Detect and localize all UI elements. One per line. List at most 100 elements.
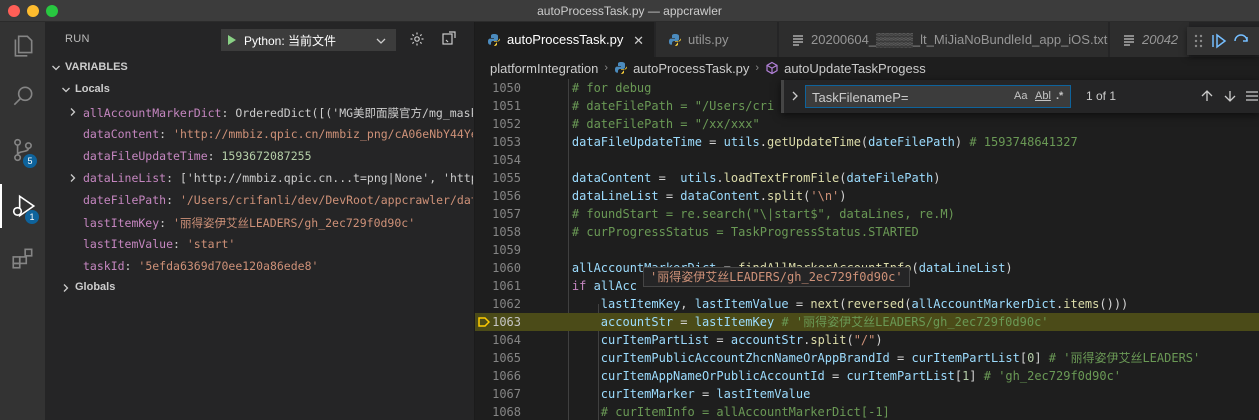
line-source: dataFileUpdateTime = utils.getUpdateTime… [571,135,1078,149]
gear-icon[interactable] [409,31,425,47]
editor-area: autoProcessTask.py ✕ utils.py 20200604_▒… [475,22,1259,420]
locals-scope[interactable]: Locals [45,79,474,101]
match-case-toggle[interactable]: Aa [1014,90,1027,102]
regex-toggle[interactable]: .* [1056,90,1063,102]
code-line[interactable]: 1065 curItemPublicAccountZhcnNameOrAppBr… [475,349,1259,367]
variable-row[interactable]: dataFileUpdateTime: 1593672087255 [45,145,474,167]
code-line[interactable]: 1067 curItemMarker = lastItemValue [475,385,1259,403]
code-line[interactable]: 1063 accountStr = lastItemKey # '丽得姿伊艾丝L… [475,313,1259,331]
drag-handle-icon[interactable] [1193,33,1205,49]
code-line[interactable]: 1062 lastItemKey, lastItemValue = next(r… [475,295,1259,313]
line-number: 1050 [492,81,521,95]
step-over-icon[interactable] [1233,33,1249,49]
line-number: 1056 [492,189,521,203]
find-match-count: 1 of 1 [1086,89,1117,103]
code-line[interactable]: 1066 curItemAppNameOrPublicAccountId = c… [475,367,1259,385]
variable-row[interactable]: dataLineList: ['http://mmbiz.qpic.cn...t… [45,167,474,189]
variable-line: lastItemKey: '丽得姿伊艾丝LEADERS/gh_2ec729f0d… [83,215,473,231]
line-number: 1054 [492,153,521,167]
variable-separator: : [173,237,187,251]
debug-console-icon[interactable] [441,31,457,47]
whole-word-toggle[interactable]: Abl [1035,90,1051,102]
close-icon[interactable]: ✕ [633,33,644,49]
arrow-up-icon[interactable] [1199,88,1215,104]
run-debug-button[interactable]: 1 [0,184,45,228]
chevron-down-icon [376,38,386,44]
run-sidebar: RUN Python: 当前文件 VARIABLES Locals allAcc… [45,22,475,420]
code-line[interactable]: 1052 # dateFilePath = "/xx/xxx" [475,115,1259,133]
arrow-down-icon[interactable] [1222,88,1238,104]
line-source: # curItemInfo = allAccountMarkerDict[-1] [600,405,890,419]
variable-separator: : [159,216,174,230]
line-number: 1062 [492,297,521,311]
tab-label: 20200604_▒▒▒▒_lt_MiJiaNoBundleId_app_iOS… [811,32,1108,47]
window-title: autoProcessTask.py — appcrawler [537,4,722,18]
line-number: 1055 [492,171,521,185]
variable-row[interactable]: dataContent: 'http://mmbiz.qpic.cn/mmbiz… [45,123,474,145]
line-source: # dateFilePath = "/Users/cri [571,99,775,113]
variable-name: allAccountMarkerDict [83,106,222,120]
code-line[interactable]: 1054 [475,151,1259,169]
line-source: # for debug [571,81,652,95]
code-line[interactable]: 1057 # foundStart = re.search("\|start$"… [475,205,1259,223]
search-button[interactable] [0,74,45,118]
variable-row[interactable]: lastItemKey: '丽得姿伊艾丝LEADERS/gh_2ec729f0d… [45,211,474,233]
code-line[interactable]: 1059 [475,241,1259,259]
variable-row[interactable]: allAccountMarkerDict: OrderedDict([('MG美… [45,101,474,123]
line-source: dataContent = utils.loadTextFromFile(dat… [571,171,941,185]
python-file-icon [669,33,681,46]
chevron-right-icon[interactable] [68,107,78,117]
code-line[interactable]: 1056 dataLineList = dataContent.split('\… [475,187,1259,205]
explorer-button[interactable] [0,24,45,68]
extensions-button[interactable] [0,236,45,280]
variable-separator: : [166,193,180,207]
breadcrumb-symbol[interactable]: autoUpdateTaskProgess [784,61,926,76]
chevron-right-icon[interactable] [790,90,800,102]
chevron-down-icon [62,87,70,93]
line-source: curItemPartList = accountStr.split("/") [600,333,883,347]
line-source: dataLineList = dataContent.split('\n') [571,189,847,203]
variable-separator: : [207,149,222,163]
variable-line: lastItemValue: 'start' [83,237,473,251]
variable-name: dataContent [83,127,160,141]
chevron-down-icon [52,65,60,71]
editor-tabs: autoProcessTask.py ✕ utils.py 20200604_▒… [475,22,1259,57]
tab-label: 20042 [1142,32,1179,47]
start-debugging-icon[interactable] [228,35,236,45]
globals-scope[interactable]: Globals [45,277,474,299]
chevron-right-icon: › [755,62,760,74]
hover-value-tooltip: '丽得姿伊艾丝LEADERS/gh_2ec729f0d90c' [643,267,910,287]
line-number: 1053 [492,135,521,149]
launch-config-select[interactable]: Python: 当前文件 [221,29,396,51]
breadcrumb-file[interactable]: autoProcessTask.py [633,61,749,76]
find-in-selection-icon[interactable] [1244,88,1259,104]
tab-utils[interactable]: utils.py [656,22,778,57]
line-number: 1051 [492,99,521,113]
locals-label: Locals [75,83,110,95]
breadcrumb-folder[interactable]: platformIntegration [490,61,598,76]
line-source: curItemPublicAccountZhcnNameOrAppBrandId… [600,351,1201,365]
chevron-right-icon[interactable] [68,173,78,183]
code-editor[interactable]: 1050 # for debug 1051 # dateFilePath = "/… [475,79,1259,420]
source-control-button[interactable]: 5 [0,128,45,172]
variables-section-header[interactable]: VARIABLES [45,57,474,79]
code-line[interactable]: 1064 curItemPartList = accountStr.split(… [475,331,1259,349]
continue-icon[interactable] [1211,33,1227,49]
code-line[interactable]: 1053 dataFileUpdateTime = utils.getUpdat… [475,133,1259,151]
run-header: RUN Python: 当前文件 [45,22,474,57]
variable-row[interactable]: lastItemValue: 'start' [45,233,474,255]
code-line[interactable]: 1058 # curProgressStatus = TaskProgressS… [475,223,1259,241]
tab-data-txt[interactable]: 20200604_▒▒▒▒_lt_MiJiaNoBundleId_app_iOS… [779,22,1109,57]
variable-row[interactable]: taskId: '5efda6369d70ee120a86ede8' [45,255,474,277]
line-number: 1057 [492,207,521,221]
code-line[interactable]: 1055 dataContent = utils.loadTextFromFil… [475,169,1259,187]
code-line[interactable]: 1068 # curItemInfo = allAccountMarkerDic… [475,403,1259,420]
variable-row[interactable]: dateFilePath: '/Users/crifanli/dev/DevRo… [45,189,474,211]
breadcrumb: platformIntegration › autoProcessTask.py… [475,57,1259,79]
find-query: TaskFilenameP= [812,90,909,105]
title-bar: autoProcessTask.py — appcrawler [0,0,1259,22]
variable-value: ['http://mmbiz.qpic.cn...t=png|None', 'h… [179,171,473,185]
tab-autoprocesstask[interactable]: autoProcessTask.py ✕ [475,22,655,57]
tab-2004[interactable]: 20042 [1110,22,1190,57]
find-input[interactable]: TaskFilenameP= Aa Abl .* [805,85,1071,108]
